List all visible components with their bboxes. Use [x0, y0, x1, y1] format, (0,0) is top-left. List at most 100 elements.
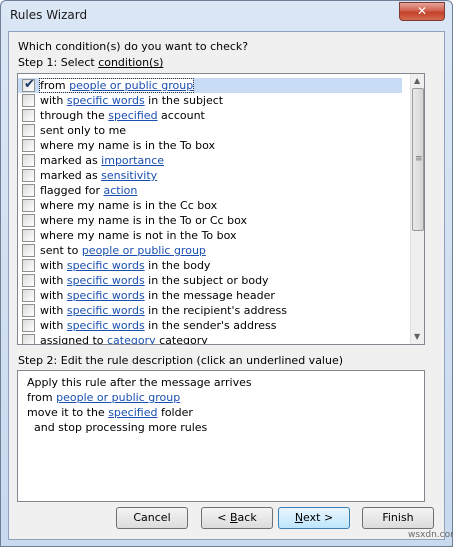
condition-text: sent to people or public group [40, 244, 206, 257]
description-line: Apply this rule after the message arrive… [27, 376, 252, 389]
condition-text-part: from [40, 79, 70, 92]
condition-text-part: in the message header [144, 289, 275, 302]
condition-link[interactable]: people or public group [69, 79, 193, 92]
condition-checkbox[interactable] [22, 334, 35, 344]
condition-text-part: in the body [144, 259, 211, 272]
condition-text: assigned to category category [40, 334, 208, 345]
back-prefix: < [217, 511, 230, 524]
condition-text: where my name is not in the To box [40, 229, 237, 242]
condition-item[interactable]: with specific words in the sender's addr… [18, 318, 402, 333]
rule-description-box[interactable]: Apply this rule after the message arrive… [17, 370, 425, 502]
condition-checkbox[interactable] [22, 109, 35, 122]
condition-text-part: where my name is not in the To box [40, 229, 237, 242]
condition-text-part: assigned to [40, 334, 107, 345]
condition-checkbox[interactable] [22, 139, 35, 152]
condition-text: where my name is in the To box [40, 139, 215, 152]
condition-item[interactable]: assigned to category category [18, 333, 402, 345]
condition-item[interactable]: sent to people or public group [18, 243, 402, 258]
condition-text: marked as sensitivity [40, 169, 157, 182]
condition-item[interactable]: with specific words in the subject [18, 93, 402, 108]
condition-item[interactable]: with specific words in the subject or bo… [18, 273, 402, 288]
condition-checkbox[interactable] [22, 304, 35, 317]
condition-link[interactable]: action [104, 184, 138, 197]
condition-item[interactable]: where my name is in the Cc box [18, 198, 402, 213]
condition-text: flagged for action [40, 184, 137, 197]
condition-text-part: account [157, 109, 205, 122]
condition-link[interactable]: specific words [67, 319, 145, 332]
condition-item[interactable]: with specific words in the message heade… [18, 288, 402, 303]
condition-checkbox[interactable] [22, 289, 35, 302]
vertical-scrollbar[interactable]: ▲ ≡ ▼ [410, 74, 424, 344]
condition-checkbox[interactable] [22, 229, 35, 242]
condition-text: with specific words in the body [40, 259, 210, 272]
watermark-text: wsxdn.com [408, 530, 453, 540]
condition-checkbox[interactable]: ✔ [22, 77, 35, 92]
condition-link[interactable]: importance [101, 154, 164, 167]
condition-item[interactable]: sent only to me [18, 123, 402, 138]
condition-link[interactable]: sensitivity [101, 169, 157, 182]
condition-checkbox[interactable] [22, 214, 35, 227]
condition-checkbox[interactable] [22, 259, 35, 272]
condition-link[interactable]: category [107, 334, 156, 344]
check-icon: ✔ [24, 77, 35, 92]
condition-link[interactable]: specific words [67, 259, 145, 272]
window-title: Rules Wizard [10, 8, 88, 22]
condition-item[interactable]: where my name is not in the To box [18, 228, 402, 243]
condition-text-part: sent to [40, 244, 82, 257]
condition-link[interactable]: people or public group [82, 244, 206, 257]
condition-checkbox[interactable] [22, 319, 35, 332]
condition-item[interactable]: marked as importance [18, 153, 402, 168]
scroll-down-icon[interactable]: ▼ [414, 332, 420, 341]
condition-text: with specific words in the message heade… [40, 289, 275, 302]
condition-text: where my name is in the To or Cc box [40, 214, 247, 227]
step1-link: condition(s) [98, 56, 164, 69]
cancel-button[interactable]: Cancel [116, 507, 188, 529]
back-button[interactable]: < Back [201, 507, 273, 529]
scroll-up-icon[interactable]: ▲ [414, 76, 420, 85]
condition-text: where my name is in the Cc box [40, 199, 217, 212]
next-button[interactable]: Next > [278, 507, 350, 529]
condition-link[interactable]: specified [108, 109, 157, 122]
close-button[interactable]: ✕ [399, 2, 445, 21]
description-link[interactable]: people or public group [56, 391, 180, 404]
condition-checkbox[interactable] [22, 244, 35, 257]
condition-checkbox[interactable] [22, 169, 35, 182]
condition-text-part: where my name is in the Cc box [40, 199, 218, 212]
finish-button[interactable]: Finish [362, 507, 434, 529]
condition-checkbox[interactable] [22, 94, 35, 107]
condition-text-part: with [40, 259, 67, 272]
condition-text-part: flagged for [40, 184, 104, 197]
condition-item[interactable]: with specific words in the recipient's a… [18, 303, 402, 318]
condition-checkbox[interactable] [22, 199, 35, 212]
condition-text-part: with [40, 274, 67, 287]
title-bar[interactable]: Rules Wizard ✕ [1, 1, 452, 31]
condition-text: marked as importance [40, 154, 164, 167]
description-text: move it to the [27, 406, 109, 419]
condition-checkbox[interactable] [22, 184, 35, 197]
condition-link[interactable]: specific words [67, 94, 145, 107]
condition-link[interactable]: specific words [67, 304, 145, 317]
condition-text-part: where my name is in the To or Cc box [40, 214, 247, 227]
condition-item[interactable]: where my name is in the To or Cc box [18, 213, 402, 228]
condition-item[interactable]: through the specified account [18, 108, 402, 123]
description-text: and stop processing more rules [27, 421, 208, 434]
condition-checkbox[interactable] [22, 274, 35, 287]
condition-item[interactable]: with specific words in the body [18, 258, 402, 273]
scroll-thumb[interactable]: ≡ [412, 88, 424, 231]
condition-link[interactable]: specific words [67, 274, 145, 287]
step1-label: Step 1: Select condition(s) [18, 56, 163, 69]
condition-text-part: with [40, 319, 67, 332]
condition-item[interactable]: ✔ from people or public group [18, 77, 402, 93]
condition-text-part: with [40, 304, 67, 317]
condition-item[interactable]: where my name is in the To box [18, 138, 402, 153]
description-link[interactable]: specified [108, 406, 157, 419]
condition-list[interactable]: ✔ from people or public group with specifi… [17, 73, 425, 345]
condition-item[interactable]: marked as sensitivity [18, 168, 402, 183]
condition-checkbox[interactable] [22, 154, 35, 167]
condition-item[interactable]: flagged for action [18, 183, 402, 198]
condition-checkbox[interactable] [22, 124, 35, 137]
condition-text-part: category [155, 334, 208, 345]
condition-text: with specific words in the subject [40, 94, 223, 107]
condition-link[interactable]: specific words [67, 289, 145, 302]
condition-text-part: marked as [40, 154, 102, 167]
